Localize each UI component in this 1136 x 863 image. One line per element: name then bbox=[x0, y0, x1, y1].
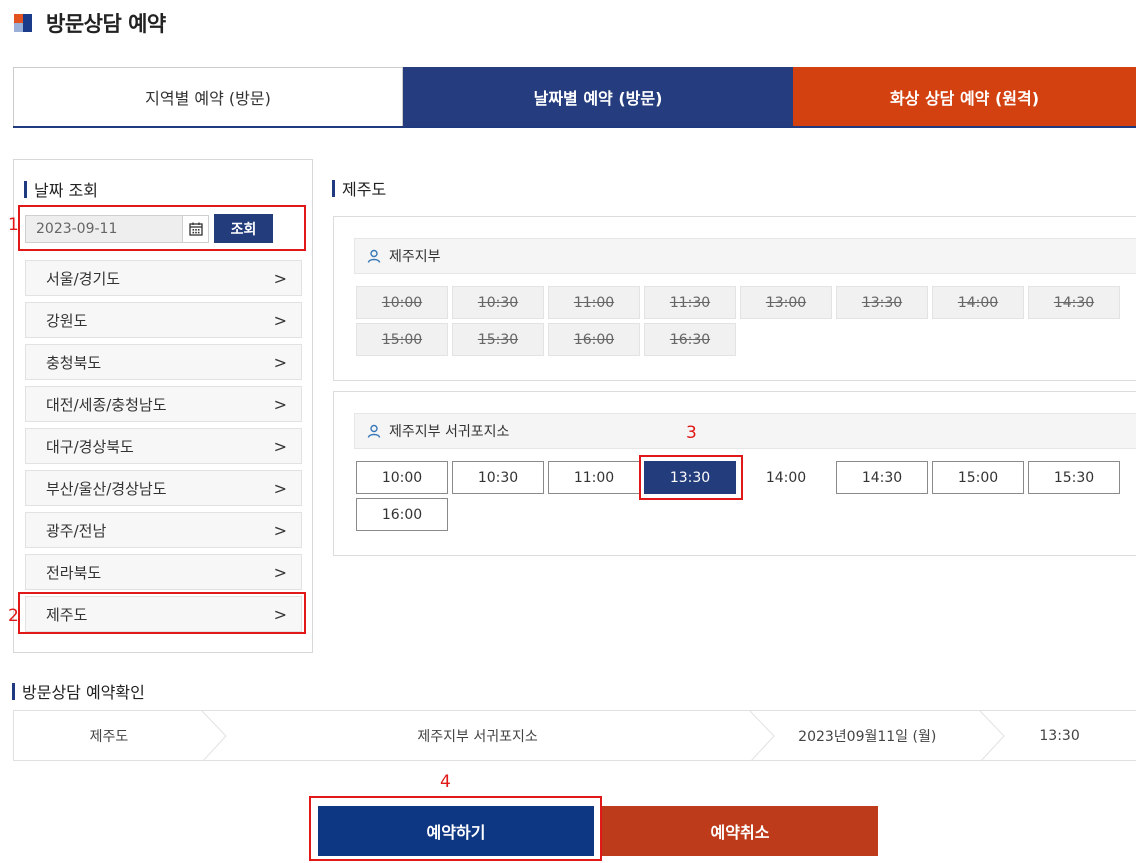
chevron-right-icon: > bbox=[273, 352, 287, 372]
highlight-box-reserve bbox=[309, 796, 602, 861]
region-label: 부산/울산/경상남도 bbox=[46, 479, 167, 498]
region-item[interactable]: 대전/세종/충청남도 > bbox=[25, 386, 302, 422]
annotation-step-2: 2 bbox=[8, 606, 19, 626]
region-item[interactable]: 광주/전남 > bbox=[25, 512, 302, 548]
time-slot-unavailable: 14:00 bbox=[932, 286, 1024, 319]
region-heading-text: 제주도 bbox=[342, 180, 387, 199]
chevron-right-icon: > bbox=[273, 520, 287, 540]
time-slot[interactable]: 16:00 bbox=[356, 498, 448, 531]
time-slot[interactable]: 10:00 bbox=[356, 461, 448, 494]
time-slot[interactable]: 14:00 bbox=[740, 461, 832, 494]
person-icon bbox=[367, 424, 381, 438]
region-item[interactable]: 전라북도 > bbox=[25, 554, 302, 590]
time-slot-unavailable: 10:30 bbox=[452, 286, 544, 319]
region-item[interactable]: 대구/경상북도 > bbox=[25, 428, 302, 464]
highlight-box-time-slot bbox=[639, 455, 743, 500]
tab-region-reservation[interactable]: 지역별 예약 (방문) bbox=[13, 67, 403, 126]
cancel-reservation-button[interactable]: 예약취소 bbox=[602, 806, 878, 856]
time-slot[interactable]: 15:00 bbox=[932, 461, 1024, 494]
chevron-right-icon: > bbox=[273, 436, 287, 456]
page-title-text: 방문상담 예약 bbox=[46, 12, 166, 36]
region-item[interactable]: 부산/울산/경상남도 > bbox=[25, 470, 302, 506]
time-slot-unavailable: 14:30 bbox=[1028, 286, 1120, 319]
annotation-step-4: 4 bbox=[440, 772, 451, 792]
time-slot-unavailable: 13:00 bbox=[740, 286, 832, 319]
confirm-heading: 방문상담 예약확인 bbox=[12, 679, 145, 703]
page-title: 방문상담 예약 bbox=[14, 8, 166, 38]
office-name: 제주지부 bbox=[389, 249, 441, 265]
chevron-right-icon: > bbox=[273, 562, 287, 582]
confirm-heading-text: 방문상담 예약확인 bbox=[22, 683, 145, 702]
office-panel: 제주지부 10:00 10:30 11:00 11:30 13:00 13:30… bbox=[333, 216, 1136, 381]
time-slot-unavailable: 13:30 bbox=[836, 286, 928, 319]
sidebar-heading: 날짜 조회 bbox=[24, 177, 98, 201]
annotation-step-3: 3 bbox=[686, 423, 697, 443]
region-label: 충청북도 bbox=[46, 353, 102, 372]
reservation-tabs: 지역별 예약 (방문) 날짜별 예약 (방문) 화상 상담 예약 (원격) bbox=[13, 67, 1136, 128]
office-name: 제주지부 서귀포지소 bbox=[389, 424, 510, 440]
time-slot[interactable]: 10:30 bbox=[452, 461, 544, 494]
office-name-bar: 제주지부 서귀포지소 bbox=[354, 413, 1136, 449]
tab-date-reservation[interactable]: 날짜별 예약 (방문) bbox=[403, 67, 793, 126]
confirm-summary: 제주도 제주지부 서귀포지소 2023년09월11일 (월) 13:30 bbox=[13, 710, 1136, 761]
highlight-box-region bbox=[18, 592, 306, 634]
office-name-bar: 제주지부 bbox=[354, 238, 1136, 274]
time-slot-unavailable: 16:30 bbox=[644, 323, 736, 356]
region-item[interactable]: 강원도 > bbox=[25, 302, 302, 338]
region-label: 대구/경상북도 bbox=[46, 437, 134, 456]
region-list: 서울/경기도 > 강원도 > 충청북도 > 대전/세종/충청남도 > 대구/경상북도 > … bbox=[25, 260, 302, 638]
region-item[interactable]: 충청북도 > bbox=[25, 344, 302, 380]
sidebar-heading-text: 날짜 조회 bbox=[34, 181, 98, 200]
region-label: 대전/세종/충청남도 bbox=[46, 395, 167, 414]
region-label: 서울/경기도 bbox=[46, 269, 121, 288]
region-label: 강원도 bbox=[46, 311, 88, 330]
time-slot-unavailable: 11:30 bbox=[644, 286, 736, 319]
time-slot-grid: 10:00 10:30 11:00 11:30 13:00 13:30 14:0… bbox=[356, 286, 1120, 356]
region-heading: 제주도 bbox=[332, 176, 386, 200]
region-label: 광주/전남 bbox=[46, 521, 107, 540]
region-item[interactable]: 서울/경기도 > bbox=[25, 260, 302, 296]
person-icon bbox=[367, 249, 381, 263]
time-slot-unavailable: 16:00 bbox=[548, 323, 640, 356]
title-logo-icon bbox=[14, 12, 36, 34]
time-slot-unavailable: 10:00 bbox=[356, 286, 448, 319]
time-slot[interactable]: 14:30 bbox=[836, 461, 928, 494]
chevron-right-icon: > bbox=[273, 310, 287, 330]
tab-video-reservation[interactable]: 화상 상담 예약 (원격) bbox=[793, 67, 1136, 126]
time-slot-unavailable: 15:30 bbox=[452, 323, 544, 356]
chevron-right-icon: > bbox=[273, 394, 287, 414]
highlight-box-date-search bbox=[18, 205, 306, 251]
annotation-step-1: 1 bbox=[8, 215, 19, 235]
time-slot-unavailable: 11:00 bbox=[548, 286, 640, 319]
chevron-right-icon: > bbox=[273, 478, 287, 498]
time-slot[interactable]: 11:00 bbox=[548, 461, 640, 494]
confirm-separator-chevrons bbox=[201, 711, 1005, 760]
region-label: 전라북도 bbox=[46, 563, 102, 582]
time-slot[interactable]: 15:30 bbox=[1028, 461, 1120, 494]
time-slot-unavailable: 15:00 bbox=[356, 323, 448, 356]
chevron-right-icon: > bbox=[273, 268, 287, 288]
